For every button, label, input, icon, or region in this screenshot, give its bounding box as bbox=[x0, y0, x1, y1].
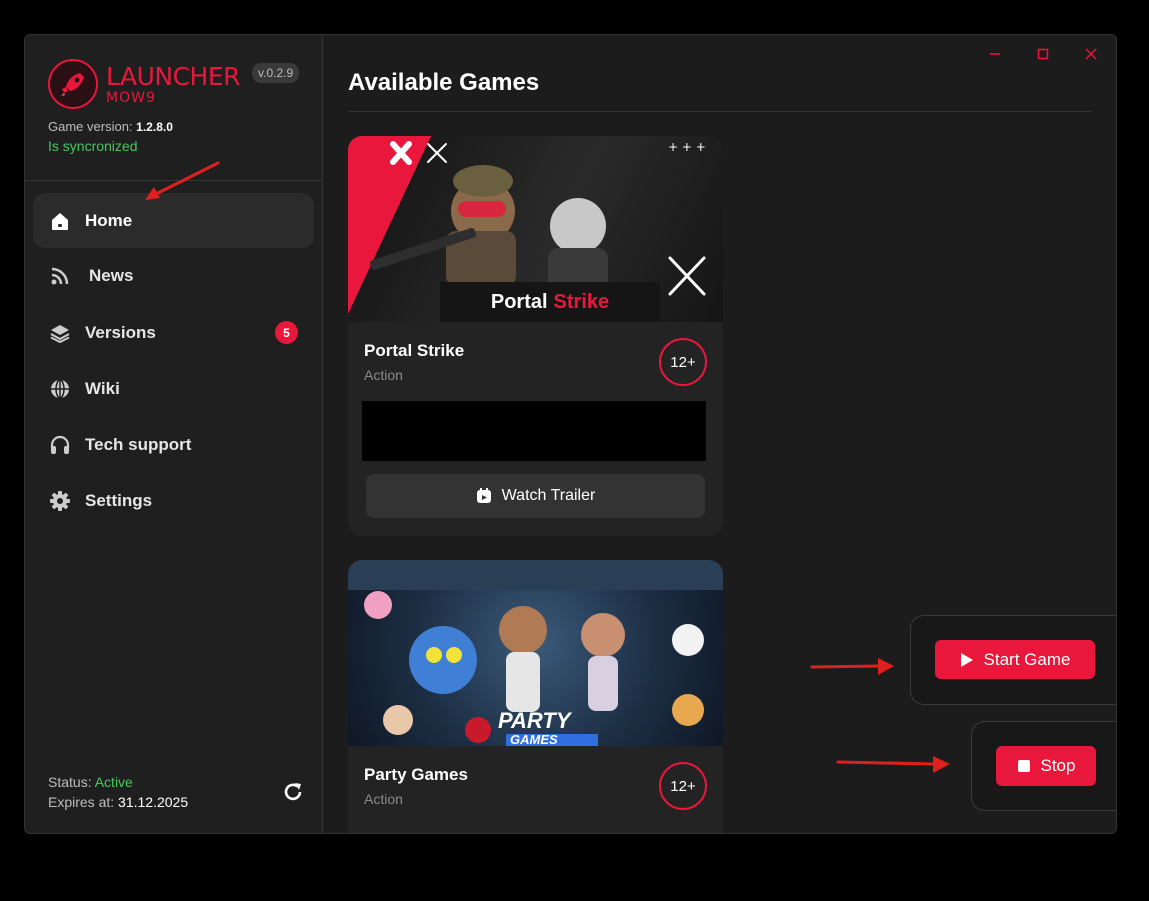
status-label: Status: bbox=[48, 774, 92, 790]
game-genre: Action bbox=[364, 791, 403, 807]
sidebar-item-wiki[interactable]: Wiki bbox=[33, 361, 314, 416]
gear-icon bbox=[49, 490, 71, 512]
status-value: Active bbox=[94, 774, 133, 790]
launcher-window: LAUNCHER MOW9 v.0.2.9 Game version: 1.2.… bbox=[24, 34, 1117, 834]
party-games-logo: PARTY bbox=[498, 708, 571, 733]
age-rating-badge: 12+ bbox=[659, 762, 707, 810]
game-card-portal-strike[interactable]: + + + Portal Strike Portal Strike Action … bbox=[348, 136, 723, 536]
subscription-status: Status: Active Expires at: 31.12.2025 bbox=[48, 772, 188, 812]
annotation-arrow-stop bbox=[836, 756, 950, 773]
annotation-arrow-start bbox=[810, 658, 894, 675]
app-subtitle: MOW9 bbox=[106, 89, 156, 106]
headphones-icon bbox=[49, 434, 71, 456]
rss-icon bbox=[49, 265, 71, 287]
page-title: Available Games bbox=[348, 69, 540, 96]
game-version-label: Game version: bbox=[48, 119, 133, 134]
main-content: Available Games + + + Portal Strike Port… bbox=[324, 35, 1116, 833]
game-title: Portal Strike bbox=[364, 341, 465, 360]
window-controls bbox=[984, 43, 1102, 65]
sidebar: LAUNCHER MOW9 v.0.2.9 Game version: 1.2.… bbox=[25, 35, 323, 833]
start-game-panel: Start Game bbox=[910, 615, 1116, 705]
rocket-logo-icon bbox=[48, 59, 98, 109]
stop-icon bbox=[1017, 760, 1030, 772]
game-genre: Action bbox=[364, 367, 403, 383]
portal-strike-cover: + + + Portal Strike bbox=[348, 136, 723, 322]
sidebar-item-label: Tech support bbox=[85, 434, 192, 454]
svg-text:+ + +: + + + bbox=[668, 140, 706, 154]
play-icon bbox=[960, 652, 973, 667]
versions-count-badge: 5 bbox=[275, 321, 298, 344]
close-button[interactable] bbox=[1080, 43, 1102, 65]
portal-strike-logo: Portal Strike bbox=[440, 282, 660, 322]
sync-status: Is syncronized bbox=[48, 138, 138, 154]
sidebar-item-label: Home bbox=[85, 210, 133, 230]
refresh-icon bbox=[284, 783, 302, 801]
home-icon bbox=[49, 210, 71, 232]
refresh-button[interactable] bbox=[280, 779, 306, 805]
stop-button[interactable]: Stop bbox=[996, 746, 1096, 786]
sidebar-item-settings[interactable]: Settings bbox=[33, 473, 314, 528]
globe-icon bbox=[49, 378, 71, 400]
game-version: Game version: 1.2.8.0 bbox=[48, 119, 173, 134]
sidebar-item-label: Versions bbox=[85, 322, 156, 342]
stop-label: Stop bbox=[1040, 756, 1076, 775]
sidebar-item-label: Wiki bbox=[85, 378, 120, 398]
stop-panel: Stop bbox=[971, 721, 1116, 811]
game-title: Party Games bbox=[364, 765, 468, 784]
annotation-arrow-home bbox=[145, 161, 220, 200]
maximize-icon bbox=[1037, 48, 1049, 60]
game-version-value: 1.2.8.0 bbox=[136, 120, 173, 134]
party-games-logo-sub: GAMES bbox=[510, 732, 558, 746]
minimize-button[interactable] bbox=[984, 43, 1006, 65]
age-rating-badge: 12+ bbox=[659, 338, 707, 386]
sidebar-item-label: News bbox=[89, 265, 134, 285]
start-game-button[interactable]: Start Game bbox=[935, 640, 1095, 679]
watch-trailer-label: Watch Trailer bbox=[501, 487, 596, 504]
brand: LAUNCHER MOW9 bbox=[48, 59, 241, 109]
expires-label: Expires at: bbox=[48, 794, 115, 810]
sidebar-item-tech-support[interactable]: Tech support bbox=[33, 417, 314, 472]
sidebar-item-label: Settings bbox=[85, 490, 153, 510]
layers-icon bbox=[49, 322, 71, 344]
minimize-icon bbox=[990, 53, 1000, 55]
party-games-cover: PARTY GAMES bbox=[348, 560, 723, 746]
watch-trailer-button[interactable]: Watch Trailer bbox=[366, 474, 705, 518]
app-title: LAUNCHER bbox=[106, 61, 241, 91]
version-badge: v.0.2.9 bbox=[252, 63, 300, 83]
trailer-preview bbox=[362, 401, 706, 461]
expires-value: 31.12.2025 bbox=[118, 794, 189, 810]
sidebar-item-versions[interactable]: Versions 5 bbox=[33, 305, 314, 360]
sidebar-item-news[interactable]: News bbox=[33, 248, 314, 303]
maximize-button[interactable] bbox=[1032, 43, 1054, 65]
start-game-label: Start Game bbox=[983, 649, 1071, 669]
video-icon bbox=[476, 488, 491, 503]
close-icon bbox=[1085, 48, 1097, 60]
title-divider bbox=[348, 111, 1092, 112]
game-card-party-games[interactable]: PARTY GAMES Party Games Action 12+ bbox=[348, 560, 723, 833]
